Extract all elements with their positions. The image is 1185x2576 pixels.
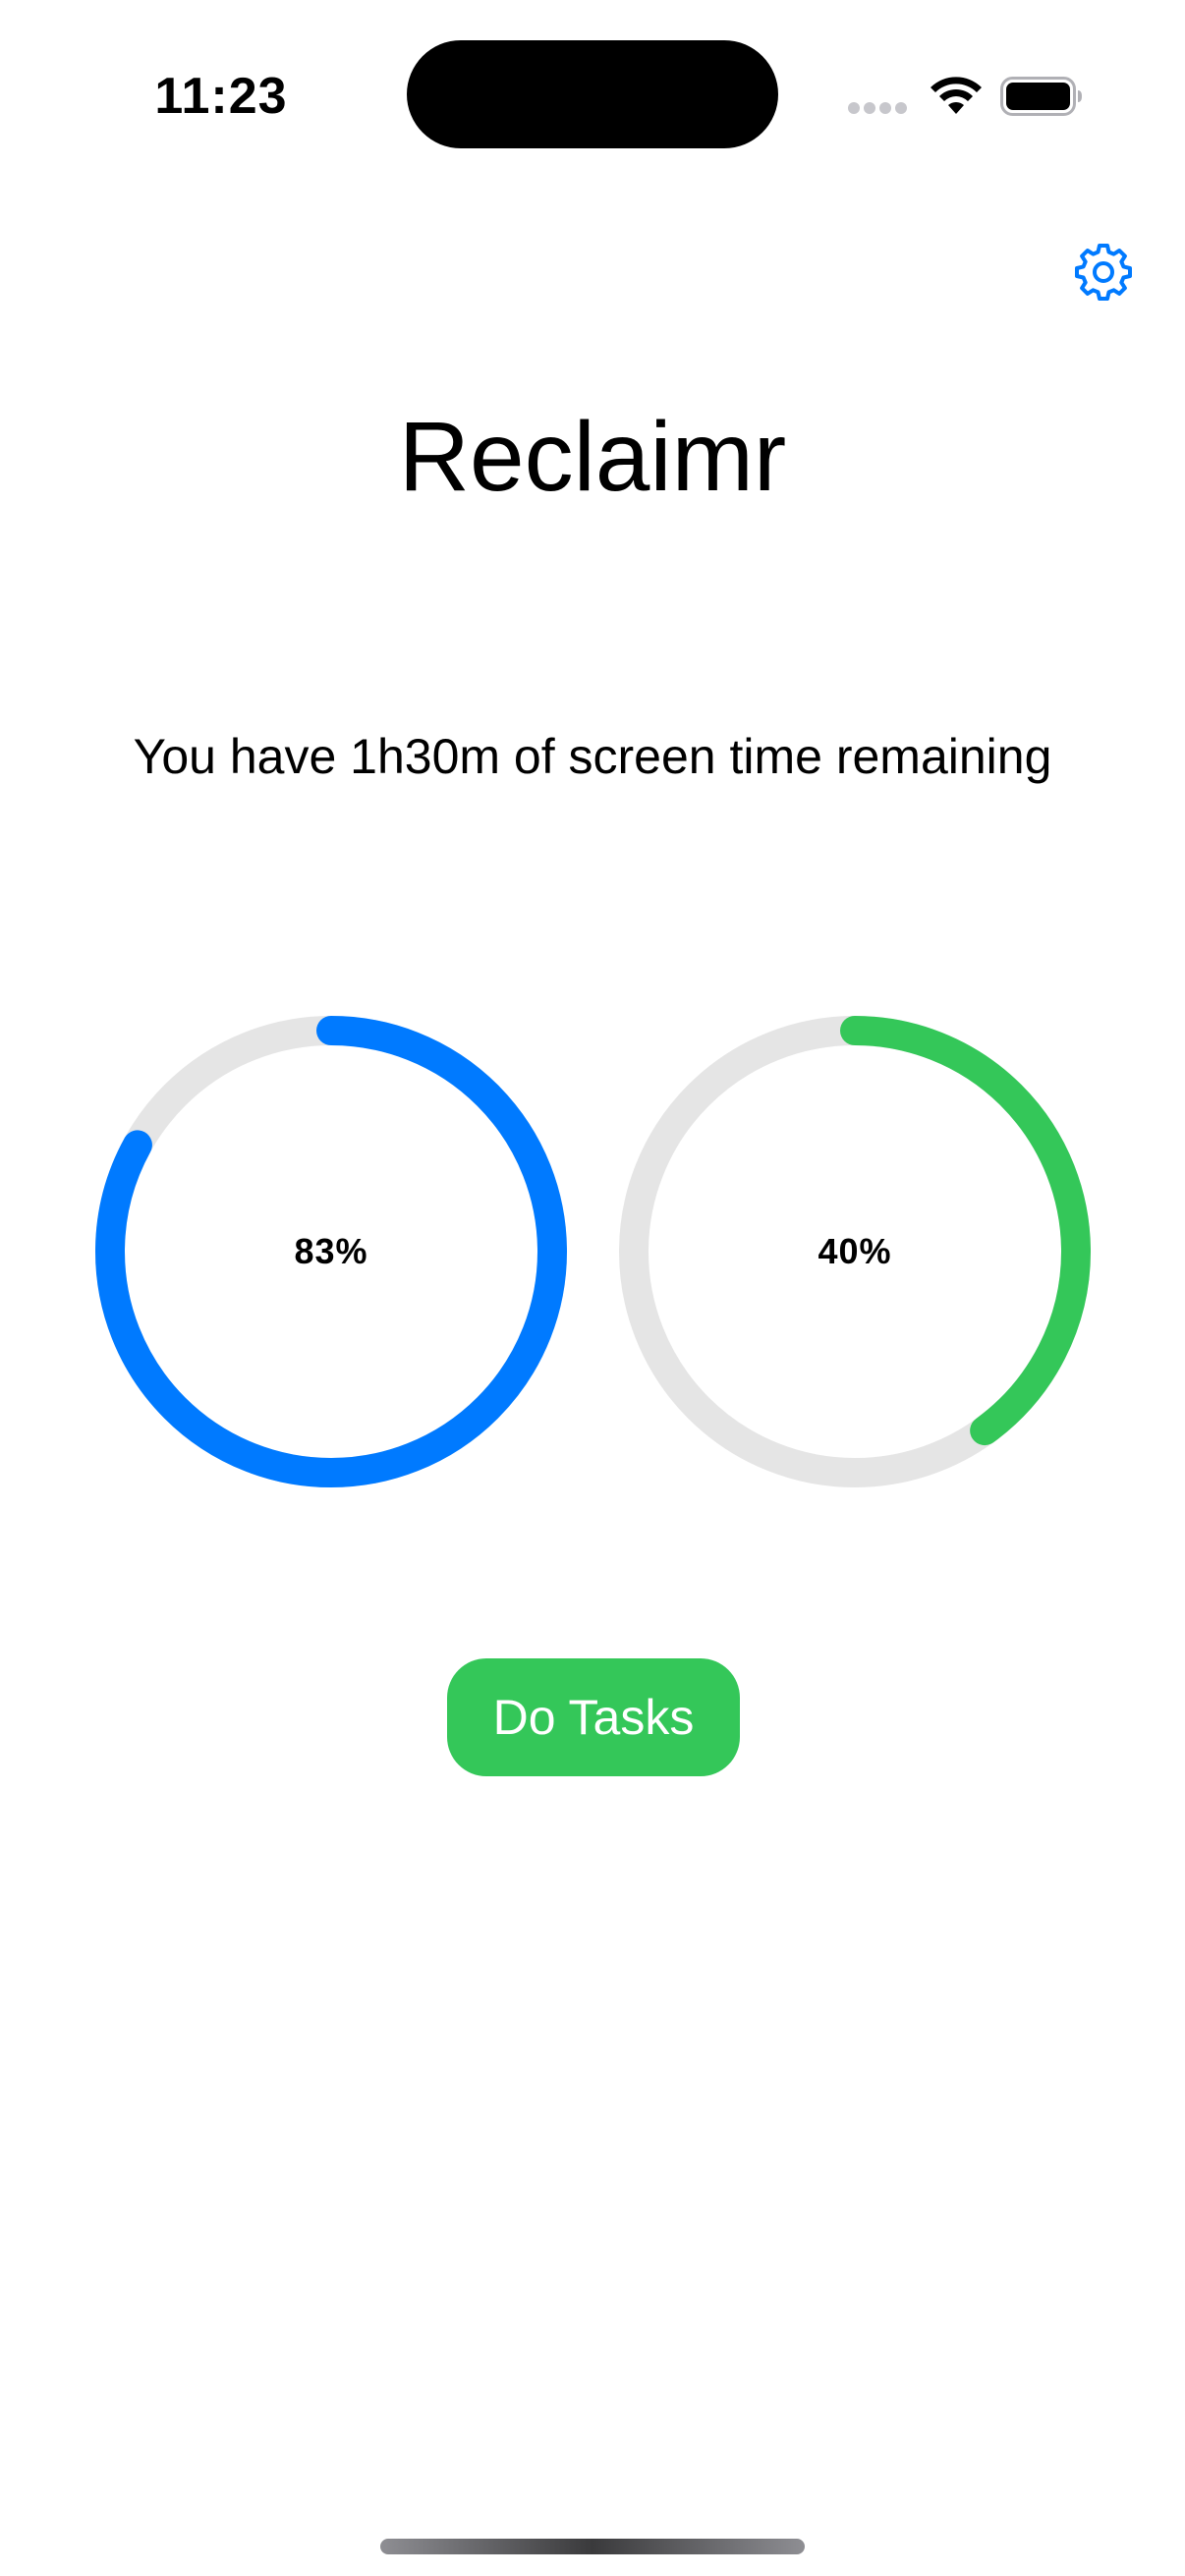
battery-icon bbox=[1000, 77, 1083, 116]
dynamic-island bbox=[407, 40, 778, 148]
ring-percent-label: 83% bbox=[294, 1231, 368, 1271]
tasks-progress-ring: 40% bbox=[619, 1016, 1091, 1487]
screen-time-progress-ring: 83% bbox=[95, 1016, 567, 1487]
wifi-icon bbox=[928, 75, 985, 116]
gear-icon bbox=[1075, 244, 1132, 301]
app-title: Reclaimr bbox=[398, 402, 787, 512]
home-indicator[interactable] bbox=[380, 2539, 805, 2554]
screen-time-remaining-text: You have 1h30m of screen time remaining bbox=[133, 729, 1052, 784]
ring-percent-label: 40% bbox=[818, 1231, 892, 1271]
cellular-signal-icon bbox=[848, 102, 909, 116]
do-tasks-button[interactable]: Do Tasks bbox=[447, 1658, 740, 1776]
settings-button[interactable] bbox=[1073, 242, 1134, 303]
status-time: 11:23 bbox=[154, 68, 288, 125]
